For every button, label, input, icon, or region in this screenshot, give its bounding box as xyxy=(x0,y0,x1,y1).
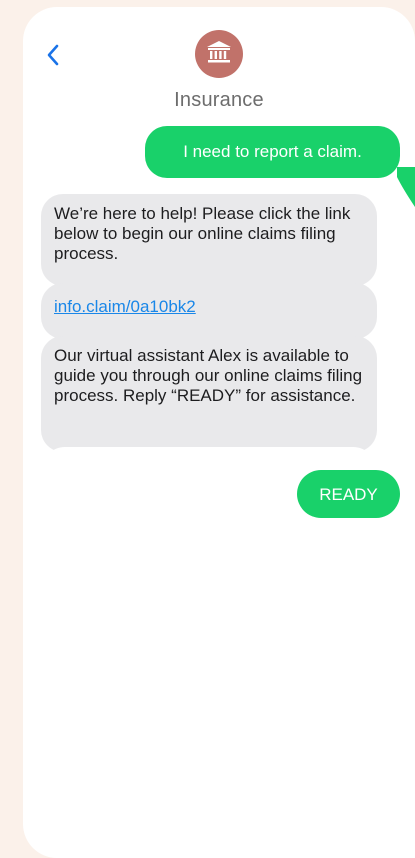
outgoing-message[interactable]: READY xyxy=(297,470,400,518)
phone-screen: Insurance I need to report a claim. We’r… xyxy=(23,7,415,858)
conversation-header: Insurance xyxy=(23,7,415,117)
incoming-link-message[interactable]: info.claim/0a10bk2 xyxy=(41,283,377,339)
bubble-divider xyxy=(41,447,377,471)
contact-avatar[interactable] xyxy=(195,30,243,78)
chevron-left-icon xyxy=(46,43,60,72)
incoming-message[interactable]: Our virtual assistant Alex is available … xyxy=(41,336,377,452)
bank-building-icon xyxy=(206,40,232,69)
claim-link[interactable]: info.claim/0a10bk2 xyxy=(54,297,196,316)
outgoing-message[interactable]: I need to report a claim. xyxy=(145,126,400,178)
contact-name: Insurance xyxy=(174,89,264,111)
incoming-message[interactable]: We’re here to help! Please click the lin… xyxy=(41,194,377,286)
back-button[interactable] xyxy=(41,43,65,71)
outgoing-bubble-tail xyxy=(397,167,415,207)
